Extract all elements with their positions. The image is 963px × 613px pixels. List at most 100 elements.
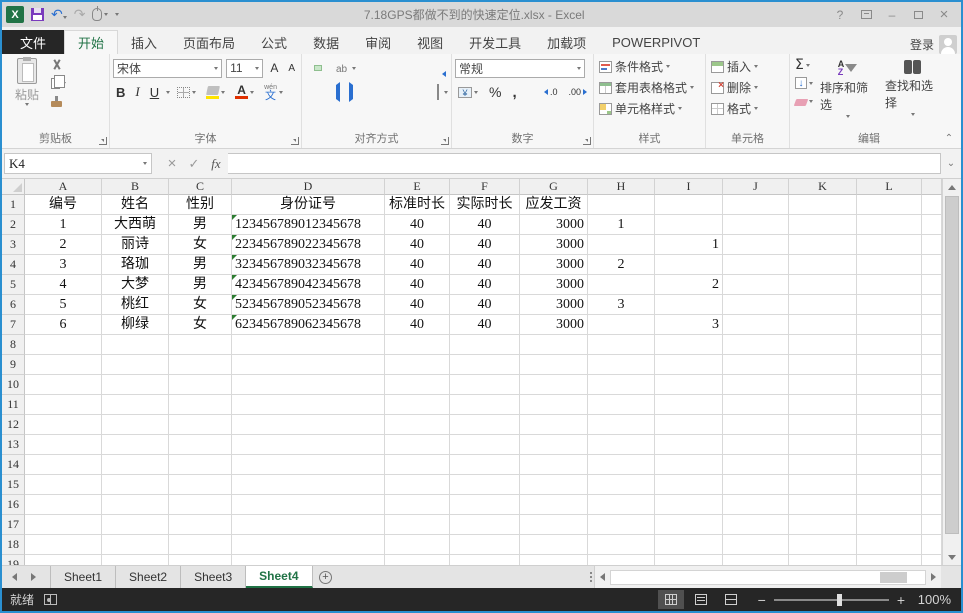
tab-审阅[interactable]: 审阅 [352,30,404,54]
column-header-G[interactable]: G [520,179,588,195]
new-sheet-button[interactable]: + [313,566,339,588]
borders-button[interactable] [174,87,199,98]
cell-C19[interactable] [169,555,232,565]
cell-H10[interactable] [588,375,655,395]
row-header-12[interactable]: 12 [2,415,25,435]
font-color-dropdown-icon[interactable] [250,91,254,94]
cell-E1[interactable]: 标准时长 [385,195,450,215]
cell-C15[interactable] [169,475,232,495]
cell-A12[interactable] [25,415,102,435]
format-painter-button[interactable] [49,92,68,110]
cell-partial-13[interactable] [922,435,942,455]
cell-F3[interactable]: 40 [450,235,520,255]
row-header-7[interactable]: 7 [2,315,25,335]
cell-K5[interactable] [789,275,857,295]
cell-I1[interactable] [655,195,723,215]
touch-mode-button[interactable] [92,8,108,21]
clear-dropdown-icon[interactable] [809,100,813,103]
prev-sheet-button[interactable] [12,573,17,581]
vertical-scroll-thumb[interactable] [945,196,959,534]
cell-partial-17[interactable] [922,515,942,535]
cell-J10[interactable] [723,375,789,395]
cell-A16[interactable] [25,495,102,515]
cell-A5[interactable]: 4 [25,275,102,295]
fill-button[interactable]: ↓ [793,74,815,92]
cell-B11[interactable] [102,395,169,415]
paste-dropdown-icon[interactable] [25,103,29,106]
cell-F16[interactable] [450,495,520,515]
cell-G4[interactable]: 3000 [520,255,588,275]
accounting-dropdown-icon[interactable] [474,91,478,94]
cell-partial-7[interactable] [922,315,942,335]
find-select-button[interactable]: 查找和选择 [880,56,945,132]
font-size-combo[interactable]: 11 [226,59,263,78]
cell-A15[interactable] [25,475,102,495]
cell-F1[interactable]: 实际时长 [450,195,520,215]
decrease-font-button[interactable]: A [285,63,298,74]
cell-H1[interactable] [588,195,655,215]
cell-G10[interactable] [520,375,588,395]
cell-L17[interactable] [857,515,922,535]
cell-H4[interactable]: 2 [588,255,655,275]
cell-cmd-button-2[interactable]: 删除 [709,77,786,98]
cell-E14[interactable] [385,455,450,475]
style-button-3[interactable]: 单元格样式 [597,98,702,119]
autosum-dropdown-icon[interactable] [806,64,810,67]
tab-页面布局[interactable]: 页面布局 [170,30,248,54]
cell-H19[interactable] [588,555,655,565]
cell-K16[interactable] [789,495,857,515]
cell-D3[interactable]: 223456789022345678 [232,235,385,255]
undo-dropdown-icon[interactable] [63,16,67,19]
horizontal-scroll-thumb[interactable] [880,572,907,583]
row-header-6[interactable]: 6 [2,295,25,315]
cell-K17[interactable] [789,515,857,535]
cell-E5[interactable]: 40 [385,275,450,295]
cell-K7[interactable] [789,315,857,335]
cell-J17[interactable] [723,515,789,535]
cell-C9[interactable] [169,355,232,375]
row-header-4[interactable]: 4 [2,255,25,275]
cell-D2[interactable]: 123456789012345678 [232,215,385,235]
cell-G11[interactable] [520,395,588,415]
cell-A17[interactable] [25,515,102,535]
font-color-button[interactable]: A [232,85,257,99]
cell-L14[interactable] [857,455,922,475]
cell-H6[interactable]: 3 [588,295,655,315]
number-dialog-launcher-icon[interactable] [583,137,591,145]
cell-F18[interactable] [450,535,520,555]
cell-B10[interactable] [102,375,169,395]
cell-G2[interactable]: 3000 [520,215,588,235]
cell-H12[interactable] [588,415,655,435]
accounting-format-button[interactable]: ¥ [455,87,481,98]
cell-L7[interactable] [857,315,922,335]
cell-F4[interactable]: 40 [450,255,520,275]
cell-L15[interactable] [857,475,922,495]
cell-E18[interactable] [385,535,450,555]
cell-partial-16[interactable] [922,495,942,515]
cell-D19[interactable] [232,555,385,565]
cell-C1[interactable]: 性别 [169,195,232,215]
cell-cmd-button-3[interactable]: 格式 [709,98,786,119]
fill-color-dropdown-icon[interactable] [221,91,225,94]
cell-C13[interactable] [169,435,232,455]
cell-partial-19[interactable] [922,555,942,565]
next-sheet-button[interactable] [31,573,36,581]
cell-I11[interactable] [655,395,723,415]
cell-C18[interactable] [169,535,232,555]
number-format-combo[interactable]: 常规 [455,59,585,78]
cell-D13[interactable] [232,435,385,455]
align-bottom-button[interactable] [323,65,331,71]
cell-L3[interactable] [857,235,922,255]
close-button[interactable]: × [933,6,955,24]
cell-E3[interactable]: 40 [385,235,450,255]
column-header-B[interactable]: B [102,179,169,195]
orientation-button[interactable]: ab [332,58,351,78]
wrap-text-button[interactable] [440,65,448,71]
cell-L19[interactable] [857,555,922,565]
cell-L16[interactable] [857,495,922,515]
cell-E9[interactable] [385,355,450,375]
cell-D10[interactable] [232,375,385,395]
cell-G5[interactable]: 3000 [520,275,588,295]
cell-A19[interactable] [25,555,102,565]
cancel-button[interactable]: × [162,155,182,172]
